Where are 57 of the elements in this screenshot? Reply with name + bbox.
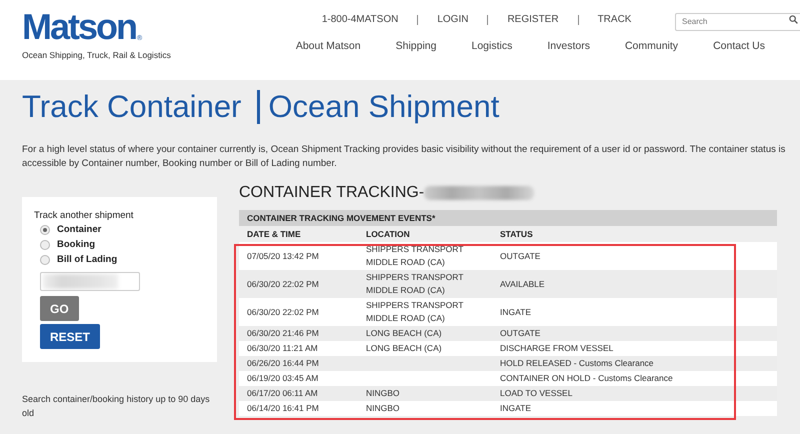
top-link[interactable]: LOGIN	[417, 15, 488, 25]
radio-button[interactable]	[40, 240, 50, 250]
table-cell: SHIPPERS TRANSPORT MIDDLE ROAD (CA)	[366, 272, 464, 295]
column-header: STATUS	[500, 228, 534, 241]
table-cell-text: DISCHARGE FROM VESSEL	[500, 342, 614, 355]
table-cell-text: CONTAINER ON HOLD - Customs Clearance	[500, 372, 674, 385]
table-cell-text: 06/30/20 21:46 PM	[246, 327, 320, 340]
table-cell-text: 06/30/20 22:02 PM	[246, 278, 320, 290]
table-cell: SHIPPERS TRANSPORT MIDDLE ROAD (CA)	[366, 300, 464, 323]
table-cell: NINGBO	[366, 403, 400, 413]
table-cell-text: 06/30/20 11:21 AM	[246, 342, 319, 355]
page-title: Track Container	[22, 89, 242, 125]
reset-button[interactable]: RESET	[40, 324, 100, 349]
table-cell-text: 06/26/20 16:44 PM	[246, 357, 320, 370]
nav-link[interactable]: Shipping	[396, 40, 436, 52]
column-header: DATE & TIME	[246, 228, 302, 241]
column-header: LOCATION	[366, 228, 411, 241]
top-link[interactable]: REGISTER	[487, 15, 578, 25]
table-cell-text: OUTGATE	[500, 250, 542, 262]
search-icon[interactable]	[789, 15, 798, 24]
table-cell: SHIPPERS TRANSPORT MIDDLE ROAD (CA)	[366, 244, 464, 267]
table-cell: LONG BEACH (CA)	[366, 328, 442, 338]
radio-label[interactable]: Container	[57, 224, 102, 235]
radio-button[interactable]	[40, 254, 50, 264]
table-cell: NINGBO	[366, 388, 400, 398]
table-cell-text: 06/19/20 03:45 AM	[246, 372, 320, 385]
history-note: Search container/booking history up to 90 days old	[22, 394, 210, 418]
top-link[interactable]: TRACK	[578, 15, 650, 25]
radio-label[interactable]: Bill of Lading	[57, 254, 118, 265]
table-cell-text: LOAD TO VESSEL	[500, 387, 574, 400]
table-cell-text: HOLD RELEASED - Customs Clearance	[500, 357, 655, 370]
table-cell-text: 06/30/20 22:02 PM	[246, 306, 320, 318]
go-button[interactable]: GO	[40, 296, 79, 321]
radio-label[interactable]: Booking	[57, 239, 95, 250]
nav-link[interactable]: Logistics	[471, 40, 512, 52]
top-link[interactable]: 1-800-4MATSON	[322, 15, 418, 25]
nav-link[interactable]: Contact Us	[713, 40, 765, 52]
table-caption: CONTAINER TRACKING MOVEMENT EVENTS*	[239, 210, 777, 226]
tagline: Ocean Shipping, Truck, Rail & Logistics	[22, 50, 172, 60]
table-cell-text: AVAILABLE	[500, 278, 546, 290]
table-cell-text: 07/05/20 13:42 PM	[246, 250, 320, 262]
tracking-heading: CONTAINER TRACKING-	[239, 184, 424, 202]
table-cell-text: 06/14/20 16:41 PM	[246, 402, 320, 415]
table-cell: LONG BEACH (CA)	[366, 343, 442, 353]
table-cell-text: OUTGATE	[500, 327, 542, 340]
table-cell-text: INGATE	[500, 306, 532, 318]
radio-button[interactable]	[40, 224, 50, 234]
table-cell-text: 06/17/20 06:11 AM	[246, 387, 319, 400]
table-cell-text: INGATE	[500, 402, 532, 415]
panel-title: Track another shipment	[34, 210, 134, 221]
page-subtitle: Ocean Shipment	[268, 89, 500, 125]
intro-text: For a high level status of where your container currently is, Ocean Shipment Tracking provides basic visibility without the requirement of a user id or password. The container status is accessible by Container number, Booking number or Bill of Lading number.	[22, 143, 786, 171]
nav-link[interactable]: About Matson	[296, 40, 361, 52]
nav-link[interactable]: Investors	[547, 40, 590, 52]
input-field[interactable]	[40, 272, 140, 291]
search-field[interactable]: Search	[675, 12, 800, 30]
nav-link[interactable]: Community	[624, 40, 678, 52]
